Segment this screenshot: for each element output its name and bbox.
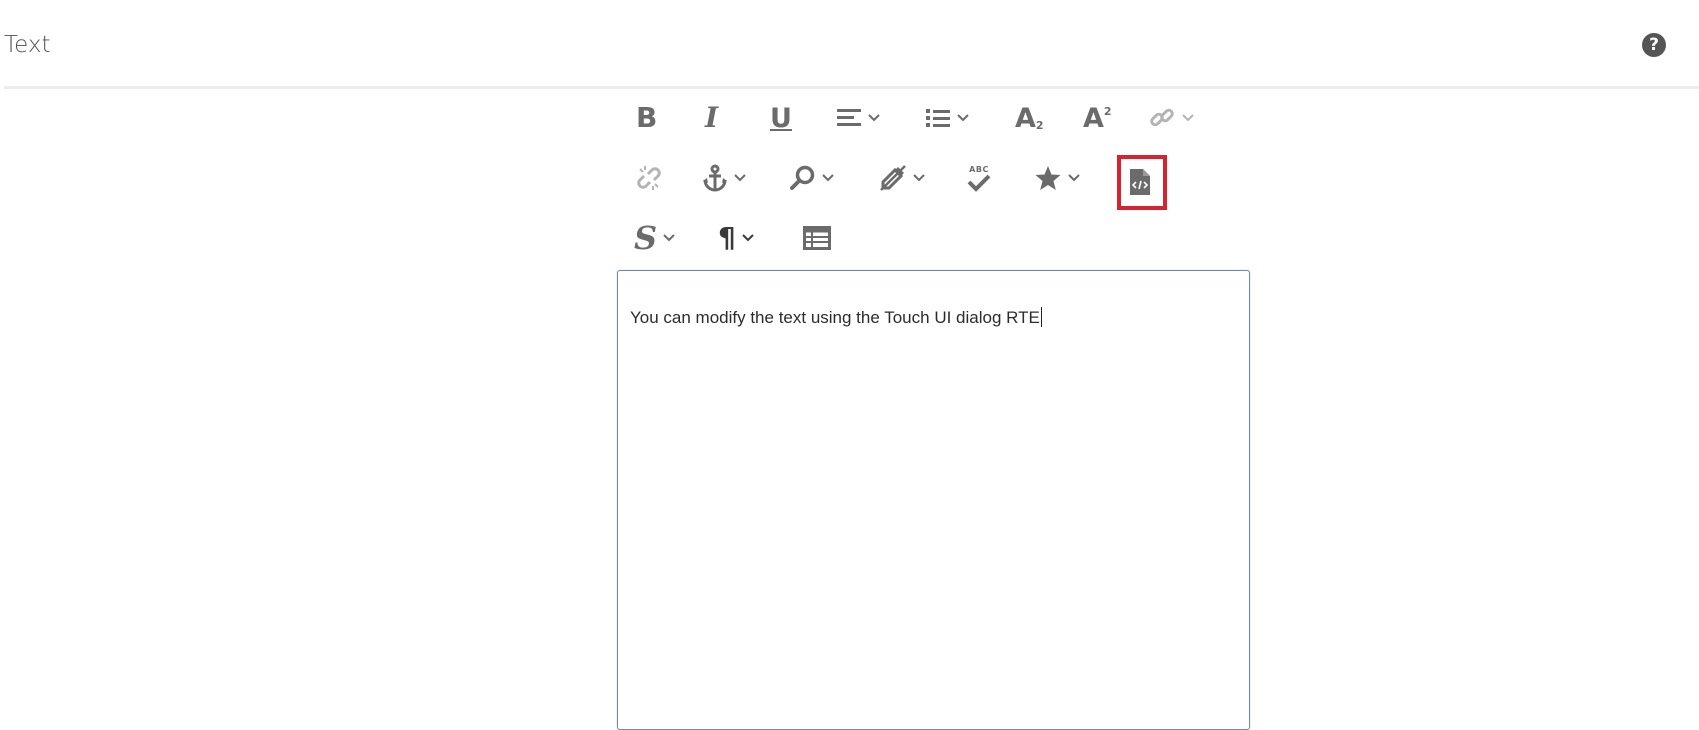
bulleted-list-icon — [926, 109, 950, 127]
chevron-down-icon — [1182, 114, 1194, 122]
pilcrow-icon: ¶ — [718, 221, 736, 254]
paragraph-format-dropdown[interactable]: ¶ — [718, 216, 754, 260]
star-icon — [1035, 166, 1061, 190]
spellcheck-icon — [967, 174, 991, 192]
unlink-icon — [637, 166, 661, 190]
styles-icon: S — [634, 219, 658, 257]
editor-text: You can modify the text using the Touch … — [630, 308, 1040, 327]
superscript-icon: A — [1083, 102, 1104, 134]
justify-dropdown[interactable] — [836, 96, 880, 140]
styles-dropdown[interactable]: S — [634, 216, 675, 260]
dialog-title: Text — [4, 32, 51, 58]
subscript-index: 2 — [1035, 118, 1044, 132]
dialog-header: Text ? — [4, 0, 1699, 89]
spellcheck-button[interactable]: ABC — [966, 156, 992, 200]
anchor-dropdown[interactable] — [702, 156, 746, 200]
chevron-down-icon — [734, 174, 746, 182]
help-icon[interactable]: ? — [1642, 33, 1666, 57]
chevron-down-icon — [868, 114, 880, 122]
subscript-icon: A — [1015, 102, 1036, 134]
table-button[interactable] — [803, 216, 831, 260]
find-replace-dropdown[interactable] — [790, 156, 834, 200]
underline-icon: U — [770, 102, 792, 134]
italic-icon: I — [705, 101, 719, 134]
chevron-down-icon — [822, 174, 834, 182]
italic-button[interactable]: I — [705, 96, 718, 140]
anchor-icon — [703, 164, 727, 192]
editor-content[interactable]: You can modify the text using the Touch … — [630, 307, 1042, 328]
chevron-down-icon — [663, 234, 675, 242]
search-icon — [790, 165, 815, 190]
superscript-index: 2 — [1103, 104, 1112, 118]
link-dropdown[interactable] — [1148, 96, 1194, 140]
text-caret — [1040, 307, 1042, 327]
remove-format-dropdown[interactable] — [879, 156, 925, 200]
rich-text-editor[interactable]: You can modify the text using the Touch … — [617, 270, 1250, 730]
special-chars-dropdown[interactable] — [1034, 156, 1080, 200]
subscript-button[interactable]: A 2 — [1015, 96, 1044, 140]
superscript-button[interactable]: A 2 — [1083, 96, 1112, 140]
align-left-icon — [837, 109, 861, 126]
table-icon — [803, 226, 831, 250]
bold-button[interactable]: B — [636, 96, 657, 140]
chevron-down-icon — [957, 114, 969, 122]
code-file-icon — [1130, 169, 1150, 195]
bold-icon: B — [636, 101, 658, 134]
list-dropdown[interactable] — [925, 96, 969, 140]
unlink-button[interactable] — [635, 156, 663, 200]
chevron-down-icon — [913, 174, 925, 182]
source-edit-button[interactable] — [1129, 160, 1151, 204]
chevron-down-icon — [1068, 174, 1080, 182]
clear-format-icon — [880, 165, 906, 191]
link-icon — [1150, 108, 1174, 127]
spellcheck-label: ABC — [969, 164, 989, 174]
chevron-down-icon — [742, 234, 754, 242]
underline-button[interactable]: U — [770, 96, 792, 140]
